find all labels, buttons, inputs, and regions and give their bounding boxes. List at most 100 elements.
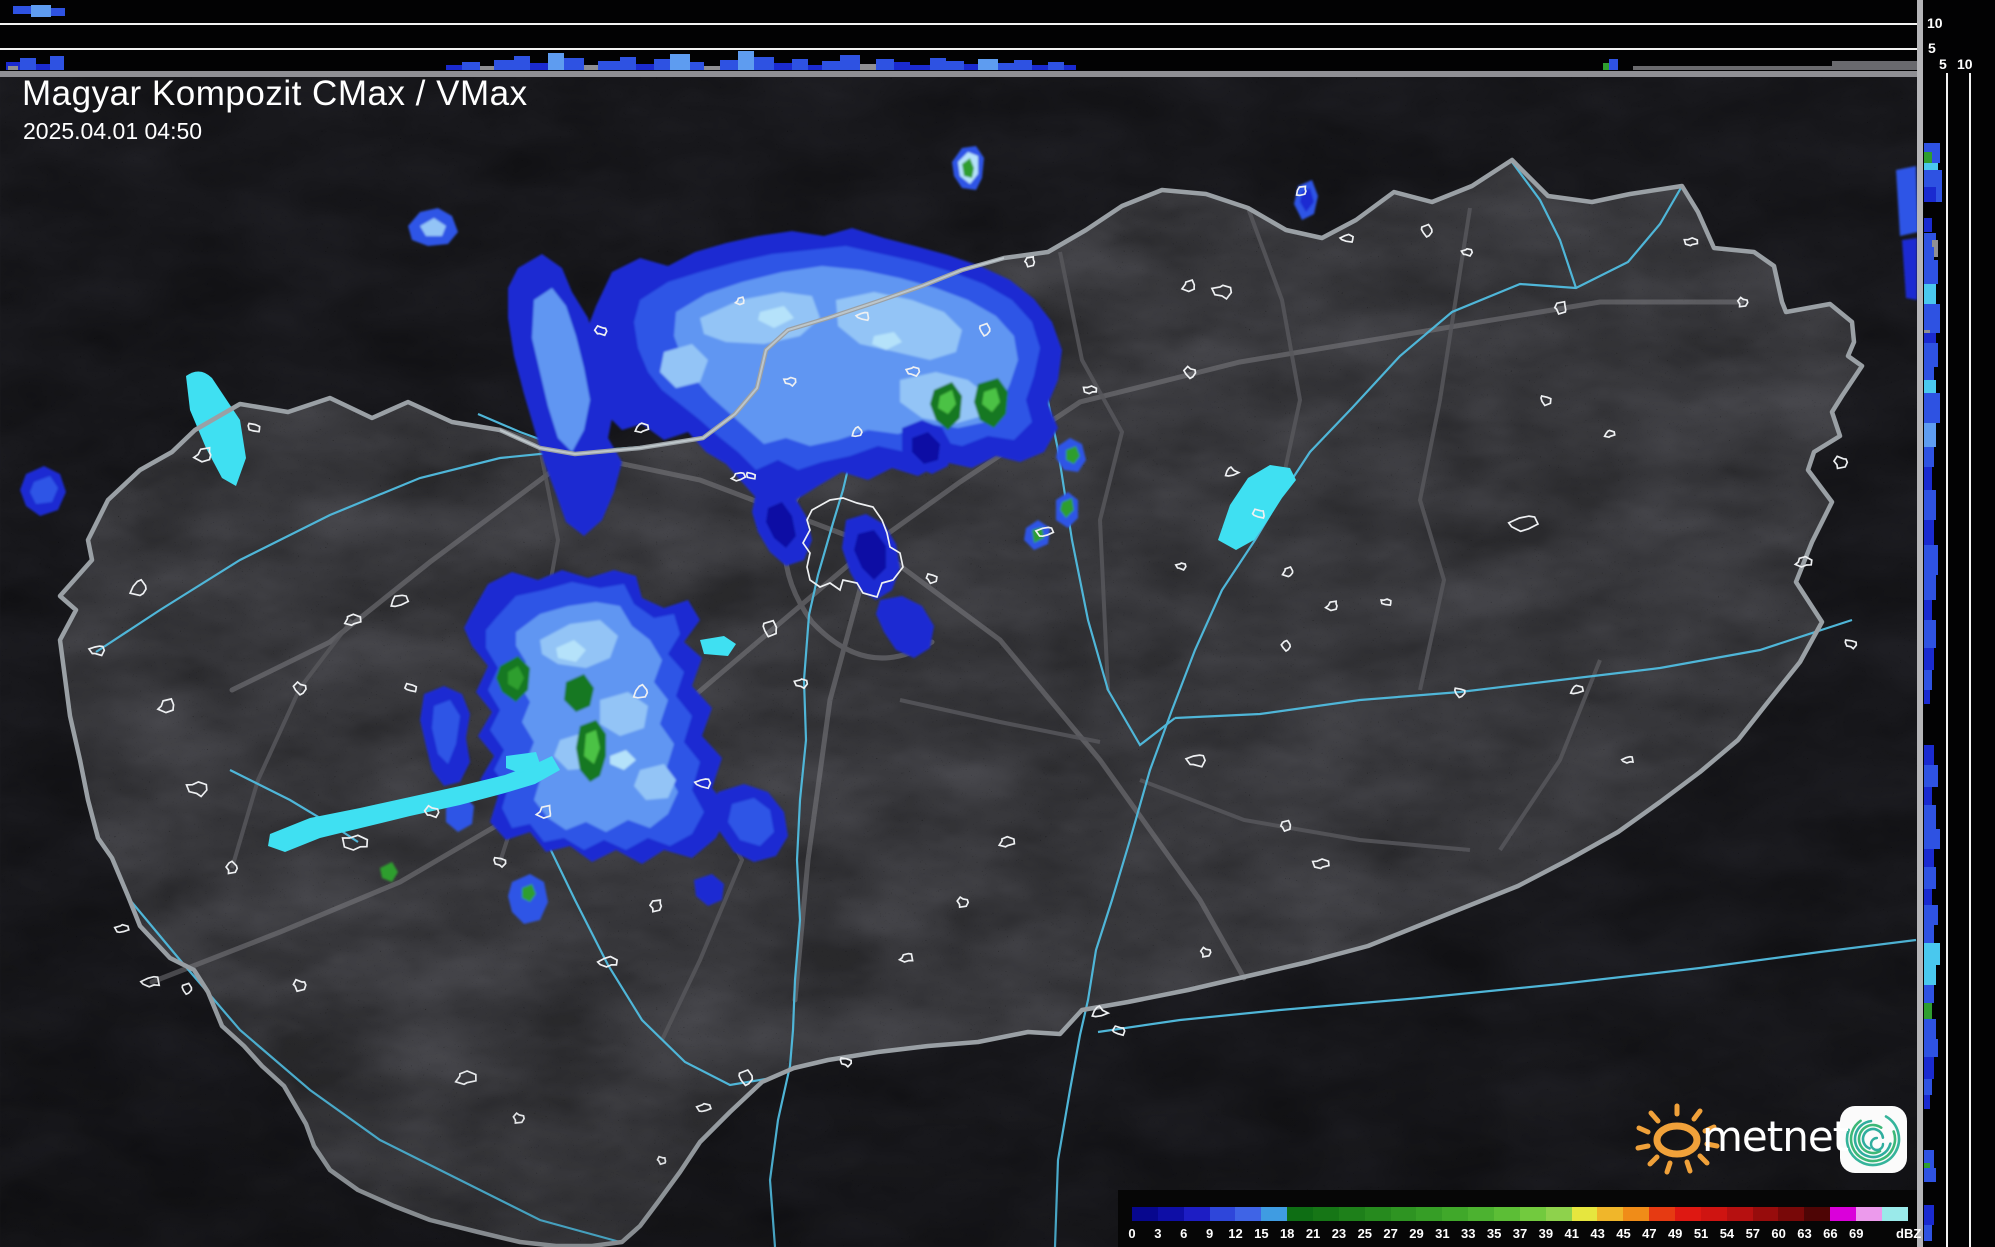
page-title: Magyar Kompozit CMax / VMax	[22, 74, 528, 113]
profile-echo-block	[51, 8, 65, 16]
legend-tick-label: 39	[1538, 1226, 1554, 1241]
top-panel-tick-10: 10	[1927, 15, 1943, 31]
profile-echo-block	[1609, 59, 1618, 70]
legend-tick-label: 69	[1849, 1226, 1864, 1241]
profile-echo-block	[860, 64, 876, 70]
legend-tick-label: 33	[1461, 1226, 1476, 1241]
profile-echo-block	[1924, 187, 1936, 202]
profile-echo-block	[1924, 343, 1938, 367]
top-panel-tick-5: 5	[1928, 40, 1936, 56]
profile-echo-block	[1924, 1168, 1936, 1182]
metnet-logo: metnet	[1632, 1098, 1922, 1182]
radar-composite-screen: Magyar Kompozit CMax / VMax 2025.04.01 0…	[0, 0, 1995, 1247]
legend-tick-label: 27	[1383, 1226, 1398, 1241]
profile-echo-block	[1924, 218, 1932, 232]
profile-echo-block	[50, 56, 64, 70]
top-profile-panel	[0, 0, 1917, 71]
legend-tick-label: 57	[1745, 1226, 1761, 1241]
profile-echo-block	[840, 55, 860, 70]
legend-tick-label: 18	[1279, 1226, 1295, 1241]
profile-echo-block	[494, 60, 514, 70]
profile-echo-block	[1924, 260, 1938, 284]
profile-echo-block	[978, 59, 998, 70]
right-panel-tick-10: 10	[1957, 56, 1973, 72]
profile-echo-block	[894, 62, 910, 70]
profile-echo-block	[1924, 1057, 1934, 1079]
profile-echo-block	[1924, 925, 1934, 943]
profile-echo-block	[1924, 670, 1932, 690]
legend-unit-label: dBZ	[1896, 1226, 1922, 1241]
profile-echo-block	[1924, 889, 1932, 905]
profile-echo-block	[1924, 1205, 1934, 1225]
timestamp: 2025.04.01 04:50	[23, 118, 203, 144]
profile-echo-block	[480, 66, 494, 70]
profile-echo-block	[704, 66, 720, 70]
legend-tick-label: 54	[1719, 1226, 1735, 1241]
profile-echo-block	[1924, 905, 1938, 925]
relief-noise-coarse	[0, 0, 1995, 1247]
profile-echo-block	[754, 57, 774, 70]
legend-tick-label: 51	[1693, 1226, 1709, 1241]
profile-echo-block	[808, 65, 822, 70]
profile-echo-block	[1032, 65, 1048, 70]
profile-echo-block	[910, 65, 930, 70]
profile-echo-block	[964, 64, 978, 70]
legend-tick-label: 63	[1797, 1226, 1812, 1241]
profile-echo-block	[1924, 520, 1934, 545]
profile-echo-block	[792, 59, 808, 70]
profile-echo-block	[1924, 829, 1940, 849]
legend-tick-label: 37	[1512, 1226, 1528, 1241]
profile-echo-block	[1924, 690, 1930, 704]
profile-echo-block	[1924, 304, 1940, 333]
legend-labels: dBZ 0 3 6 9 12 15 18 21 23 25 27 29 31 33 35 37 39 41 43 45…	[1118, 1190, 1921, 1247]
profile-echo-block	[1924, 423, 1936, 447]
profile-echo-block	[654, 59, 670, 70]
radar-map	[0, 0, 1995, 1247]
profile-echo-block	[1924, 867, 1936, 889]
profile-echo-block	[1832, 61, 1917, 70]
profile-echo-block	[620, 57, 636, 70]
legend-tick-label: 47	[1642, 1226, 1657, 1241]
profile-echo-block	[514, 56, 530, 70]
profile-echo-block	[548, 53, 564, 70]
profile-echo-block	[8, 66, 18, 70]
profile-echo-block	[446, 65, 462, 70]
profile-echo-block	[930, 58, 946, 70]
legend-tick-label: 0	[1128, 1226, 1136, 1241]
legend-tick-label: 21	[1305, 1226, 1321, 1241]
profile-echo-block	[1924, 1019, 1936, 1039]
legend-tick-label: 12	[1228, 1226, 1243, 1241]
profile-echo-block	[1924, 545, 1938, 575]
vertical-divider	[1917, 0, 1923, 1247]
profile-echo-block	[774, 63, 792, 70]
profile-echo-block	[1924, 467, 1932, 490]
profile-echo-block	[1924, 367, 1934, 380]
profile-echo-block	[1924, 965, 1936, 985]
profile-echo-block	[690, 62, 704, 70]
profile-echo-block	[636, 64, 654, 70]
profile-echo-block	[1924, 805, 1936, 829]
profile-echo-block	[1924, 380, 1936, 393]
legend-tick-label: 66	[1823, 1226, 1838, 1241]
profile-echo-block	[1924, 620, 1936, 648]
profile-echo-block	[462, 62, 480, 70]
profile-echo-block	[1048, 62, 1064, 70]
profile-echo-block	[1064, 65, 1076, 70]
profile-echo-block	[564, 58, 584, 70]
legend-tick-label: 29	[1409, 1226, 1424, 1241]
profile-echo-block	[13, 6, 31, 14]
profile-echo-block	[1924, 787, 1932, 805]
legend-tick-label: 6	[1180, 1226, 1188, 1241]
reflectivity-legend: dBZ 0 3 6 9 12 15 18 21 23 25 27 29 31 33 35 37 39 41 43 45…	[1118, 1190, 1921, 1247]
profile-echo-block	[670, 54, 690, 70]
profile-echo-block	[1924, 393, 1940, 423]
profile-echo-block	[1924, 985, 1934, 1003]
legend-tick-label: 41	[1564, 1226, 1579, 1241]
profile-echo-block	[720, 60, 738, 70]
legend-tick-label: 3	[1154, 1226, 1162, 1241]
legend-tick-label: 25	[1357, 1226, 1373, 1241]
profile-echo-block	[822, 61, 840, 70]
legend-tick-label: 35	[1486, 1226, 1502, 1241]
profile-echo-block	[1924, 447, 1934, 467]
profile-echo-block	[876, 59, 894, 70]
